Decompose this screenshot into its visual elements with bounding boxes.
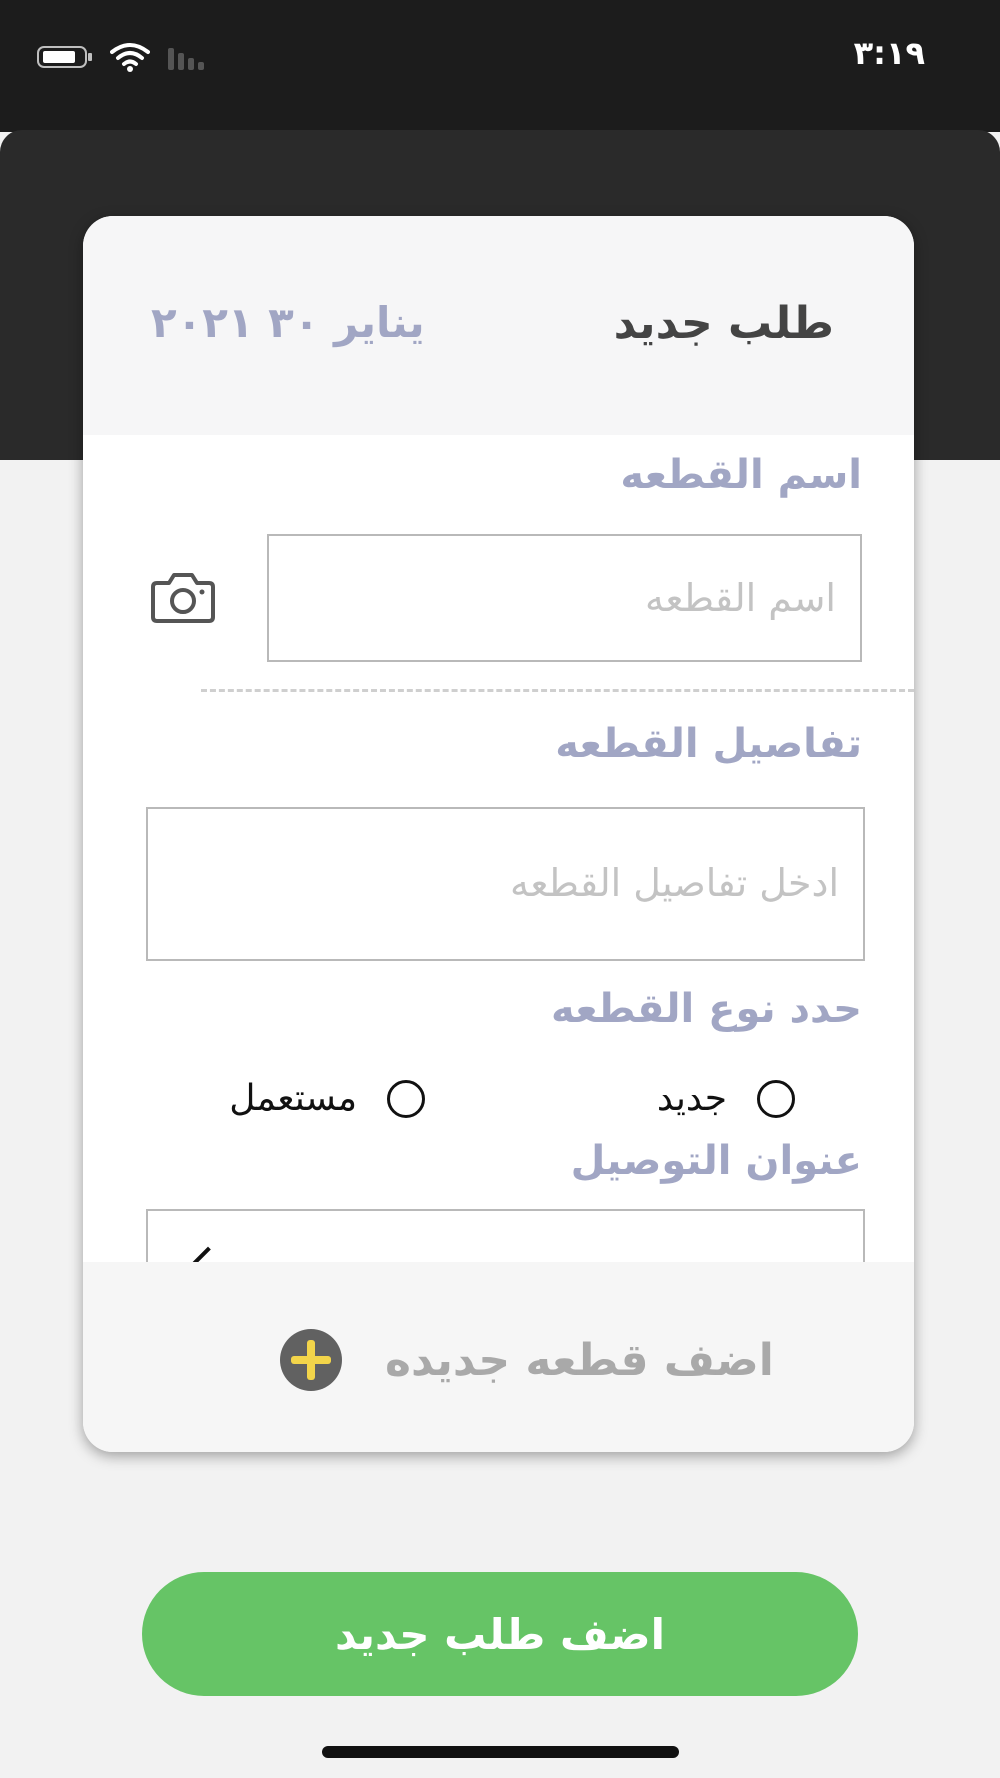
- radio-new-circle[interactable]: [757, 1079, 795, 1118]
- part-type-label: حدد نوع القطعه: [550, 986, 862, 1032]
- radio-used-label: مستعمل: [229, 1078, 357, 1119]
- part-details-placeholder: ادخل تفاصيل القطعه: [509, 861, 839, 905]
- wifi-icon: [110, 43, 150, 72]
- plus-circle-icon: [280, 1329, 342, 1391]
- battery-icon: [37, 46, 92, 68]
- part-name-label: اسم القطعه: [620, 452, 862, 498]
- radio-option-new[interactable]: جديد: [657, 1078, 795, 1119]
- delivery-address-label: عنوان التوصيل: [570, 1138, 862, 1184]
- camera-button[interactable]: [151, 571, 215, 627]
- radio-new-label: جديد: [656, 1078, 727, 1119]
- status-icons: [36, 42, 210, 72]
- cellular-signal-icon: [168, 48, 204, 70]
- new-order-card: طلب جديد يناير ٣٠ ٢٠٢١ اسم القطعه اسم ال…: [83, 216, 914, 1452]
- order-date: يناير ٣٠ ٢٠٢١: [151, 298, 425, 347]
- part-name-placeholder: اسم القطعه: [644, 576, 836, 620]
- section-divider: [201, 689, 914, 692]
- card-title: طلب جديد: [613, 298, 834, 349]
- card-header: طلب جديد يناير ٣٠ ٢٠٢١: [83, 216, 914, 435]
- camera-icon: [151, 573, 215, 623]
- part-name-input[interactable]: اسم القطعه: [267, 534, 862, 662]
- part-details-input[interactable]: ادخل تفاصيل القطعه: [146, 807, 865, 961]
- card-footer: اضف قطعه جديده: [83, 1262, 914, 1452]
- part-details-label: تفاصيل القطعه: [555, 721, 862, 767]
- status-bar: ٣:١٩: [0, 0, 1000, 132]
- status-time: ٣:١٩: [853, 34, 925, 72]
- add-part-button[interactable]: اضف قطعه جديده: [279, 1328, 774, 1392]
- add-new-order-button[interactable]: اضف طلب جديد: [142, 1572, 858, 1696]
- radio-used-circle[interactable]: [387, 1079, 425, 1118]
- home-indicator: [322, 1746, 679, 1758]
- add-part-label: اضف قطعه جديده: [385, 1334, 774, 1386]
- radio-option-used[interactable]: مستعمل: [229, 1078, 425, 1119]
